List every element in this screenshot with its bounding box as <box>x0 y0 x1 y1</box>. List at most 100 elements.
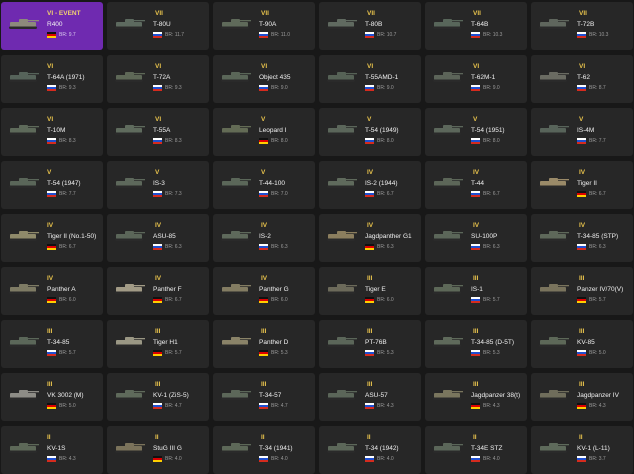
vehicle-card[interactable]: VI T-10M BR: 8.3 <box>1 108 103 156</box>
vehicle-rank: II <box>47 434 51 441</box>
vehicle-name: KV-1 (L-11) <box>577 445 610 452</box>
vehicle-name: Jagdpanzer IV <box>577 392 619 399</box>
vehicle-name: IS-2 (1944) <box>365 180 398 187</box>
vehicle-rank: IV <box>155 275 162 282</box>
vehicle-card[interactable]: IV Panther G BR: 6.0 <box>213 267 315 315</box>
vehicle-card[interactable]: IV Tiger II BR: 6.7 <box>531 161 633 209</box>
vehicle-card[interactable]: IV Jagdpanther G1 BR: 6.3 <box>319 214 421 262</box>
vehicle-card[interactable]: VII T-80U BR: 11.7 <box>107 2 209 50</box>
vehicle-card[interactable]: V Leopard I BR: 8.0 <box>213 108 315 156</box>
vehicle-card[interactable]: III T-34-85 (D-5T) BR: 5.3 <box>425 320 527 368</box>
vehicle-card[interactable]: VI T-64A (1971) BR: 9.3 <box>1 55 103 103</box>
ussr-flag-icon <box>365 403 374 409</box>
ussr-flag-icon <box>153 138 162 144</box>
vehicle-meta: BR: 5.0 <box>577 350 606 356</box>
vehicle-rank: III <box>261 328 267 335</box>
vehicle-card[interactable]: IV Panther A BR: 6.0 <box>1 267 103 315</box>
vehicle-card[interactable]: VII T-90A BR: 11.0 <box>213 2 315 50</box>
tank-icon <box>431 15 465 31</box>
battle-rating: BR: 6.7 <box>377 191 394 197</box>
vehicle-card[interactable]: II StuG III G BR: 4.0 <box>107 426 209 474</box>
tank-icon <box>325 68 359 84</box>
vehicle-card[interactable]: VI T-62 BR: 8.7 <box>531 55 633 103</box>
vehicle-card[interactable]: V T-44-100 BR: 7.0 <box>213 161 315 209</box>
vehicle-card[interactable]: VI T-72A BR: 9.3 <box>107 55 209 103</box>
vehicle-meta: BR: 5.0 <box>47 403 76 409</box>
vehicle-card[interactable]: V IS-4M BR: 7.7 <box>531 108 633 156</box>
vehicle-name: T-64A (1971) <box>47 74 85 81</box>
vehicle-card[interactable]: IV IS-2 (1944) BR: 6.7 <box>319 161 421 209</box>
vehicle-name: KV-85 <box>577 339 595 346</box>
tank-icon <box>431 333 465 349</box>
battle-rating: BR: 8.0 <box>483 138 500 144</box>
vehicle-card[interactable]: III IS-1 BR: 5.7 <box>425 267 527 315</box>
vehicle-card[interactable]: VI T-55AMD-1 BR: 9.0 <box>319 55 421 103</box>
vehicle-name: IS-2 <box>259 233 271 240</box>
vehicle-card[interactable]: III PT-76B BR: 5.3 <box>319 320 421 368</box>
vehicle-card[interactable]: VII T-80B BR: 10.7 <box>319 2 421 50</box>
vehicle-card[interactable]: II KV-1S BR: 4.3 <box>1 426 103 474</box>
vehicle-card[interactable]: VII T-72B BR: 10.3 <box>531 2 633 50</box>
vehicle-rank: V <box>473 116 478 123</box>
vehicle-card[interactable]: II T-34 (1941) BR: 4.0 <box>213 426 315 474</box>
ussr-flag-icon <box>577 350 586 356</box>
vehicle-card[interactable]: IV ASU-85 BR: 6.3 <box>107 214 209 262</box>
vehicle-card[interactable]: II KV-1 (L-11) BR: 3.7 <box>531 426 633 474</box>
vehicle-meta: BR: 7.7 <box>577 138 606 144</box>
vehicle-rank: V <box>261 116 266 123</box>
vehicle-rank: III <box>473 275 479 282</box>
vehicle-card[interactable]: V IS-3 BR: 7.3 <box>107 161 209 209</box>
vehicle-card[interactable]: IV T-44 BR: 6.7 <box>425 161 527 209</box>
vehicle-meta: BR: 5.3 <box>471 350 500 356</box>
vehicle-card[interactable]: II T-34 (1942) BR: 4.0 <box>319 426 421 474</box>
vehicle-name: ASU-57 <box>365 392 388 399</box>
battle-rating: BR: 6.3 <box>589 244 606 250</box>
battle-rating: BR: 10.7 <box>377 32 397 38</box>
vehicle-rank: IV <box>47 222 54 229</box>
vehicle-card[interactable]: V T-54 (1947) BR: 7.7 <box>1 161 103 209</box>
vehicle-card[interactable]: III T-34-85 BR: 5.7 <box>1 320 103 368</box>
tank-icon <box>113 15 147 31</box>
vehicle-card[interactable]: VI T-55A BR: 8.3 <box>107 108 209 156</box>
vehicle-card[interactable]: VII T-64B BR: 10.3 <box>425 2 527 50</box>
vehicle-card[interactable]: III Tiger E BR: 6.0 <box>319 267 421 315</box>
vehicle-card[interactable]: III KV-1 (ZiS-5) BR: 4.7 <box>107 373 209 421</box>
ussr-flag-icon <box>365 191 374 197</box>
vehicle-card[interactable]: VI Object 435 BR: 9.0 <box>213 55 315 103</box>
vehicle-card[interactable]: VI T-62M-1 BR: 9.0 <box>425 55 527 103</box>
vehicle-name: T-72B <box>577 21 595 28</box>
battle-rating: BR: 9.3 <box>59 85 76 91</box>
vehicle-card[interactable]: II T-34E STZ BR: 4.0 <box>425 426 527 474</box>
battle-rating: BR: 9.0 <box>483 85 500 91</box>
vehicle-card[interactable]: VI - EVENT R400 BR: 9.7 <box>1 2 103 50</box>
vehicle-grid: VI - EVENT R400 BR: 9.7 VII T-80U BR: 11… <box>0 0 634 474</box>
vehicle-rank: III <box>155 328 161 335</box>
vehicle-card[interactable]: III Tiger H1 BR: 5.7 <box>107 320 209 368</box>
vehicle-card[interactable]: III KV-85 BR: 5.0 <box>531 320 633 368</box>
vehicle-card[interactable]: III ASU-57 BR: 4.3 <box>319 373 421 421</box>
vehicle-card[interactable]: V T-54 (1949) BR: 8.0 <box>319 108 421 156</box>
vehicle-meta: BR: 6.3 <box>365 244 394 250</box>
battle-rating: BR: 4.3 <box>377 403 394 409</box>
battle-rating: BR: 5.3 <box>377 350 394 356</box>
tank-icon <box>431 386 465 402</box>
battle-rating: BR: 10.3 <box>483 32 503 38</box>
vehicle-rank: III <box>579 275 585 282</box>
vehicle-name: Panther F <box>153 286 182 293</box>
vehicle-card[interactable]: IV T-34-85 (STP) BR: 6.3 <box>531 214 633 262</box>
vehicle-rank: VII <box>579 10 587 17</box>
vehicle-card[interactable]: IV IS-2 BR: 6.3 <box>213 214 315 262</box>
battle-rating: BR: 9.0 <box>377 85 394 91</box>
vehicle-card[interactable]: IV Tiger II (No.1-50) BR: 6.7 <box>1 214 103 262</box>
vehicle-card[interactable]: III Panzer IV/70(V) BR: 5.7 <box>531 267 633 315</box>
vehicle-card[interactable]: III VK 3002 (M) BR: 5.0 <box>1 373 103 421</box>
vehicle-card[interactable]: IV SU-100P BR: 6.3 <box>425 214 527 262</box>
vehicle-card[interactable]: III Jagdpanzer IV BR: 4.3 <box>531 373 633 421</box>
vehicle-card[interactable]: V T-54 (1951) BR: 8.0 <box>425 108 527 156</box>
vehicle-card[interactable]: III Panther D BR: 5.3 <box>213 320 315 368</box>
vehicle-rank: IV <box>473 222 480 229</box>
vehicle-card[interactable]: III Jagdpanzer 38(t) BR: 4.3 <box>425 373 527 421</box>
vehicle-card[interactable]: IV Panther F BR: 6.7 <box>107 267 209 315</box>
vehicle-card[interactable]: III T-34-57 BR: 4.7 <box>213 373 315 421</box>
battle-rating: BR: 6.7 <box>165 297 182 303</box>
